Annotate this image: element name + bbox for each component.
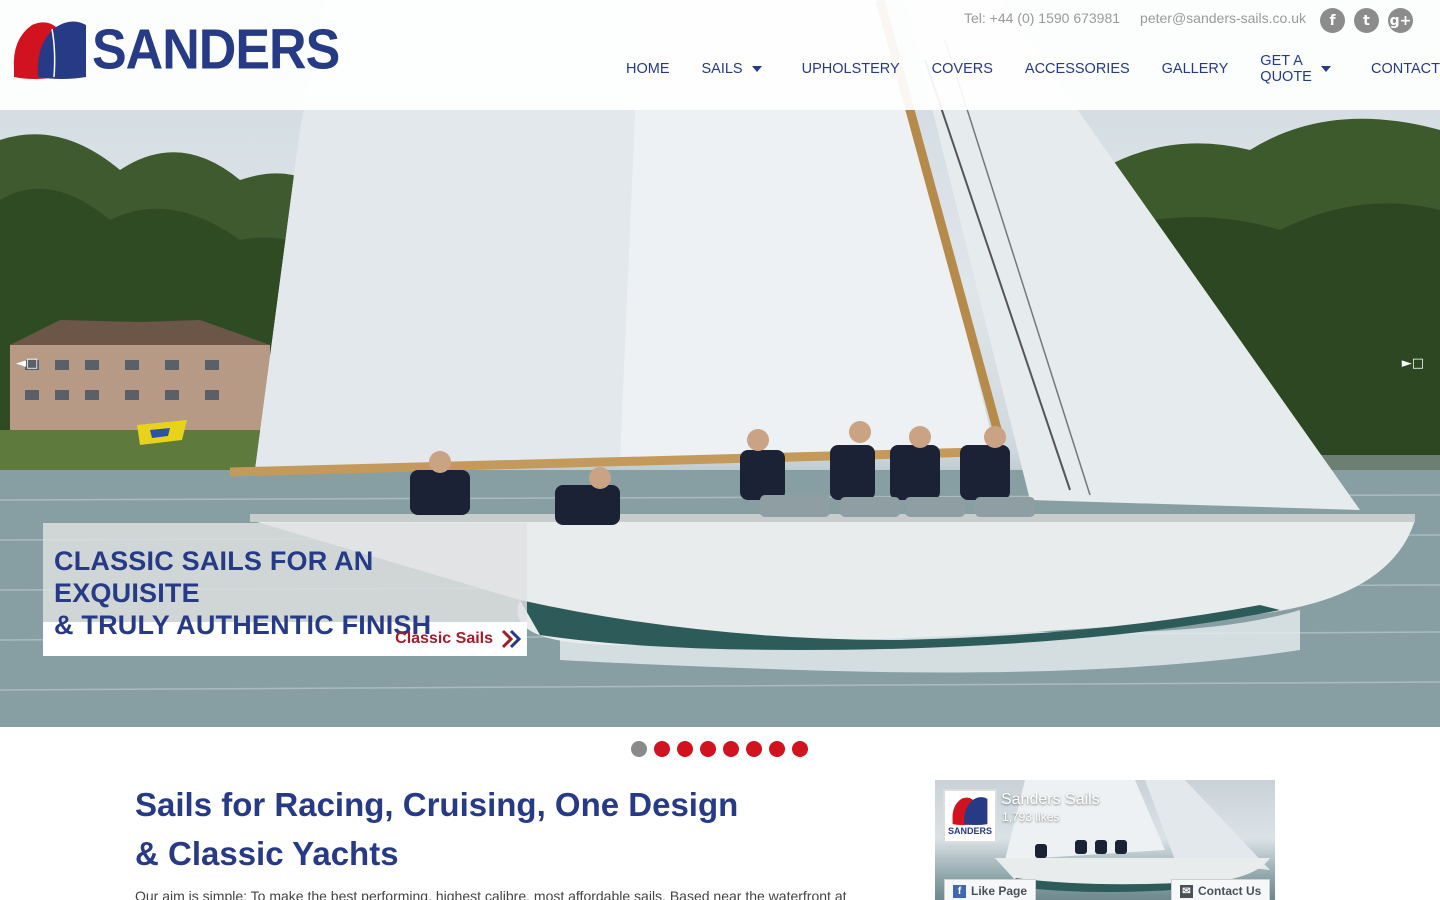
double-chevron-right-icon[interactable] [501, 628, 523, 650]
sail-logo-icon [952, 797, 988, 826]
phone-number: Tel: +44 (0) 1590 673981 [963, 10, 1121, 26]
sail-logo-icon [13, 21, 86, 80]
like-page-label: Like Page [971, 884, 1028, 898]
facebook-icon: f [953, 884, 966, 898]
facebook-page-widget[interactable]: SANDERS Sanders Sails 1,793 likes f Like… [935, 780, 1275, 900]
nav-accessories-label[interactable]: ACCESSORIES [1025, 61, 1130, 77]
nav-home[interactable]: HOME [626, 61, 670, 77]
slider-pagination [631, 741, 808, 757]
caption-headline-line1: CLASSIC SAILS FOR AN EXQUISITE [54, 546, 374, 608]
page-title-line1: Sails for Racing, Cruising, One Design [135, 786, 739, 823]
slide-caption: CLASSIC SAILS FOR AN EXQUISITE & TRULY A… [43, 523, 527, 656]
main-nav: HOME SAILS UPHOLSTERY COVERS ACCESSORIES… [626, 53, 1440, 85]
facebook-like-count: 1,793 likes [1002, 810, 1060, 824]
nav-get-a-quote-label[interactable]: GET A QUOTE [1260, 53, 1312, 85]
like-page-button[interactable]: f Like Page [944, 879, 1037, 900]
nav-gallery-label[interactable]: GALLERY [1162, 61, 1229, 77]
email-link[interactable]: peter@sanders-sails.co.uk [1140, 10, 1306, 26]
slider-dot[interactable] [677, 741, 693, 757]
sanders-logo[interactable]: SANDERS [12, 18, 340, 82]
social-links: f t g+ [1320, 8, 1413, 33]
nav-gallery[interactable]: GALLERY [1162, 61, 1229, 77]
nav-upholstery-label[interactable]: UPHOLSTERY [802, 61, 900, 77]
contact-us-button[interactable]: ✉ Contact Us [1171, 879, 1271, 900]
nav-contact-label[interactable]: CONTACT [1371, 61, 1440, 77]
facebook-icon[interactable]: f [1320, 8, 1345, 33]
brand-name: SANDERS [92, 18, 340, 82]
page-title: Sails for Racing, Cruising, One Design &… [135, 780, 835, 878]
nav-home-label[interactable]: HOME [626, 61, 670, 77]
nav-accessories[interactable]: ACCESSORIES [1025, 61, 1130, 77]
slider-dot[interactable] [700, 741, 716, 757]
contact-us-label: Contact Us [1198, 884, 1262, 898]
header-contact: Tel: +44 (0) 1590 673981 peter@sanders-s… [964, 10, 1306, 26]
slider-dot[interactable] [723, 741, 739, 757]
nav-upholstery[interactable]: UPHOLSTERY [802, 61, 900, 77]
envelope-icon: ✉ [1180, 884, 1193, 898]
page-title-line2: & Classic Yachts [135, 835, 399, 872]
twitter-icon[interactable]: t [1354, 8, 1379, 33]
classic-sails-link[interactable]: Classic Sails [395, 630, 493, 648]
nav-sails[interactable]: SAILS [702, 61, 762, 77]
google-plus-icon[interactable]: g+ [1388, 8, 1413, 33]
nav-covers-label[interactable]: COVERS [932, 61, 993, 77]
slider-dot[interactable] [631, 741, 647, 757]
chevron-down-icon[interactable] [751, 66, 762, 72]
site-header: SANDERS Tel: +44 (0) 1590 673981 peter@s… [0, 0, 1440, 110]
facebook-avatar[interactable]: SANDERS [943, 789, 997, 843]
slider-dot[interactable] [792, 741, 808, 757]
caption-headline-box: CLASSIC SAILS FOR AN EXQUISITE & TRULY A… [43, 523, 527, 640]
nav-contact[interactable]: CONTACT [1371, 61, 1440, 77]
nav-covers[interactable]: COVERS [932, 61, 993, 77]
intro-paragraph: Our aim is simple: To make the best perf… [135, 888, 847, 900]
slider-dot[interactable] [654, 741, 670, 757]
nav-get-a-quote[interactable]: GET A QUOTE [1260, 53, 1331, 85]
avatar-brand-text: SANDERS [947, 826, 992, 836]
nav-sails-label[interactable]: SAILS [702, 61, 743, 77]
facebook-page-name[interactable]: Sanders Sails [1001, 791, 1100, 809]
slider-dot[interactable] [769, 741, 785, 757]
slider-dot[interactable] [746, 741, 762, 757]
chevron-down-icon[interactable] [1320, 66, 1331, 72]
slider-prev-arrow[interactable]: ◄□ [16, 356, 38, 371]
slider-next-arrow[interactable]: ►□ [1402, 356, 1424, 371]
